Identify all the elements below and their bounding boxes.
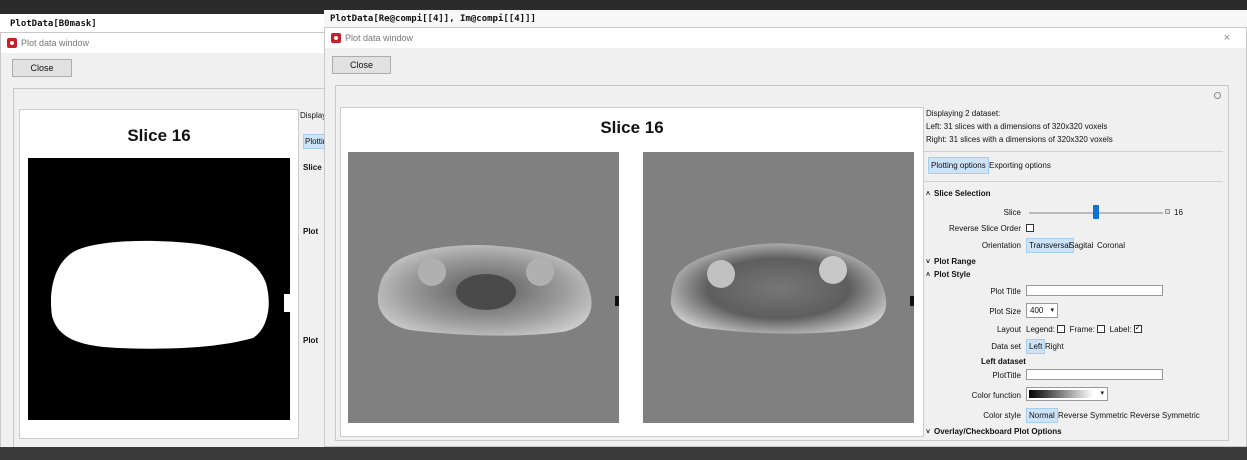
back-window-title: Plot data window	[21, 38, 90, 48]
dropdown-arrow-icon: ▾	[1050, 307, 1054, 314]
orientation-sagital[interactable]: Sagital	[1067, 239, 1095, 252]
color-gradient-swatch	[1029, 390, 1093, 398]
section-overlay-options[interactable]: ˅ Overlay/Checkboard Plot Options	[926, 427, 1062, 436]
info-line-3: Right: 31 slices with a dimensions of 32…	[926, 135, 1113, 144]
slice-label: Slice	[1003, 208, 1021, 217]
separator	[923, 151, 1223, 152]
plot-title-input[interactable]	[1026, 285, 1163, 296]
back-plot-title: Slice 16	[127, 126, 191, 145]
taskbar-strip	[0, 447, 1247, 460]
close-icon[interactable]: ×	[1224, 32, 1230, 44]
frame-label: Frame:	[1069, 325, 1095, 334]
color-style-normal[interactable]: Normal	[1026, 408, 1058, 423]
main-code-line: PlotData[Re@compi[[4]], Im@compi[[4]]]	[324, 10, 1247, 28]
color-style-reverse[interactable]: Reverse	[1056, 409, 1090, 422]
main-plot-area: Slice 16	[340, 107, 924, 437]
legend-checkbox[interactable]	[1057, 325, 1066, 333]
left-scan-image	[348, 152, 619, 423]
legend-label: Legend:	[1026, 325, 1055, 334]
label-checkbox[interactable]	[1133, 323, 1142, 333]
layout-options: Legend: Frame: Label:	[1026, 323, 1142, 334]
settings-icon[interactable]	[1214, 92, 1221, 99]
back-close-button[interactable]: Close	[12, 59, 72, 77]
mask-image	[28, 158, 290, 420]
tab-exporting-options[interactable]: Exporting options	[987, 158, 1053, 173]
back-side-section-plot-2[interactable]: Plot	[303, 336, 318, 345]
label-label: Label:	[1109, 325, 1132, 334]
plot-title-label: Plot Title	[990, 287, 1021, 296]
color-function-select[interactable]: ▾	[1026, 387, 1108, 401]
color-style-label: Color style	[983, 411, 1021, 420]
chevron-down-icon: ˅	[926, 429, 931, 436]
app-icon	[7, 38, 17, 48]
back-titlebar: Plot data window	[1, 33, 329, 53]
section-slice-selection[interactable]: ˄ Slice Selection	[926, 189, 990, 198]
slider-expand-icon[interactable]	[1165, 209, 1170, 214]
section-plot-range[interactable]: ˅ Plot Range	[926, 257, 976, 266]
back-side-section-plot[interactable]: Plot	[303, 227, 318, 236]
chevron-up-icon: ˄	[926, 191, 931, 198]
slice-slider-thumb[interactable]	[1093, 205, 1099, 219]
plot-size-select[interactable]: 400 ▾	[1026, 303, 1058, 318]
frame-checkbox[interactable]	[1097, 325, 1106, 333]
chevron-up-icon: ˄	[926, 272, 931, 279]
main-window-title: Plot data window	[345, 33, 414, 43]
app-icon	[331, 33, 341, 43]
slice-value: 16	[1174, 208, 1183, 217]
info-line-2: Left: 31 slices with a dimensions of 320…	[926, 122, 1108, 131]
main-plot-title: Slice 16	[600, 118, 664, 137]
dataset-right[interactable]: Right	[1043, 340, 1066, 353]
orientation-label: Orientation	[981, 241, 1021, 250]
back-side-section-slice[interactable]: Slice	[303, 163, 322, 172]
color-function-label: Color function	[971, 391, 1021, 400]
plottitle-label: PlotTitle	[992, 371, 1021, 380]
right-scan-image	[643, 152, 914, 423]
layout-label: Layout	[996, 325, 1021, 334]
plot-size-label: Plot Size	[989, 307, 1021, 316]
section-plot-style[interactable]: ˄ Plot Style	[926, 270, 970, 279]
chevron-down-icon: ˅	[926, 259, 931, 266]
color-style-symmetric[interactable]: Symmetric	[1088, 409, 1130, 422]
main-close-button[interactable]: Close	[332, 56, 391, 74]
reverse-slice-label: Reverse Slice Order	[948, 224, 1021, 233]
orientation-coronal[interactable]: Coronal	[1095, 239, 1127, 252]
options-panel: Displaying 2 dataset: Left: 31 slices wi…	[923, 91, 1229, 441]
left-dataset-header: Left dataset	[981, 357, 1026, 366]
plottitle-input[interactable]	[1026, 369, 1163, 380]
back-plot-window: Plot data window Close Slice 16 Displayi…	[0, 32, 337, 450]
color-style-reverse-symmetric[interactable]: Reverse Symmetric	[1128, 409, 1202, 422]
separator	[923, 181, 1223, 182]
dropdown-arrow-icon: ▾	[1100, 390, 1104, 397]
main-plot-window: Plot data window × Close Slice 16 Displa…	[324, 27, 1247, 447]
tab-plotting-options[interactable]: Plotting options	[928, 157, 989, 174]
back-code-line: PlotData[B0mask]	[0, 14, 330, 34]
info-line-1: Displaying 2 dataset:	[926, 109, 1001, 118]
dataset-label: Data set	[991, 342, 1021, 351]
main-titlebar: Plot data window	[325, 28, 1246, 48]
back-plot-area: Slice 16	[19, 109, 299, 439]
reverse-slice-checkbox[interactable]	[1026, 224, 1034, 232]
